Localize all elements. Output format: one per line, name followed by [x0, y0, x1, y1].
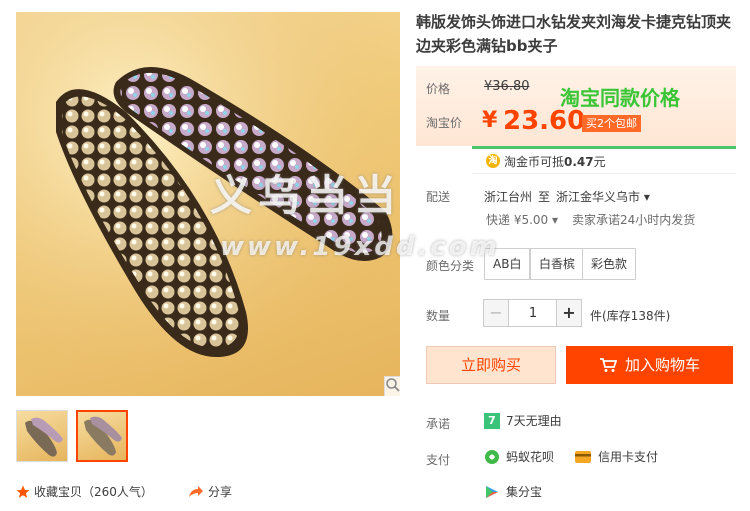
- magnifier-icon: [386, 378, 400, 392]
- currency-symbol: ¥: [482, 108, 498, 133]
- jifenbao-icon: [486, 485, 498, 498]
- share-label: 分享: [208, 485, 233, 499]
- quantity-label: 数量: [426, 309, 451, 323]
- same-price-banner: 淘宝同款价格: [560, 86, 680, 110]
- chevron-down-icon: ▾: [552, 213, 559, 227]
- chevron-down-icon: ▾: [643, 190, 650, 204]
- favorite-label: 收藏宝贝（260人气）: [34, 485, 153, 499]
- payment-label: 支付: [426, 453, 451, 467]
- coin-discount-row: 淘 淘金币可抵0.47元: [472, 146, 736, 174]
- product-title: 韩版发饰头饰进口水钻发夹刘海发卡捷克钻顶夹边夹彩色满钻bb夹子: [416, 13, 732, 55]
- cart-icon: [599, 358, 617, 372]
- share-button[interactable]: 分享: [188, 483, 232, 500]
- thumbnail-image: [25, 417, 63, 457]
- shipping-label: 配送: [426, 190, 451, 204]
- watermark-url: www.19xdd.com: [220, 232, 500, 262]
- coin-icon: 淘: [486, 154, 500, 168]
- promise-text: 7天无理由: [506, 414, 562, 428]
- color-option-colorful[interactable]: 彩色款: [582, 248, 637, 280]
- ship-to-word: 至: [538, 190, 551, 204]
- ship-promise: 卖家承诺24小时内发货: [572, 213, 696, 227]
- thumbnail-2[interactable]: [76, 410, 128, 462]
- ship-to-select[interactable]: 浙江金华义乌市 ▾: [556, 188, 650, 205]
- credit-card-icon: [575, 450, 591, 463]
- shipping-detail: 快递 ¥5.00 ▾ 卖家承诺24小时内发货: [486, 211, 695, 228]
- quantity-input[interactable]: [509, 299, 557, 327]
- promise-label: 承诺: [426, 417, 451, 431]
- thumbnail-image: [84, 416, 122, 456]
- seven-day-return-icon: 7: [484, 412, 500, 429]
- thumbnail-1[interactable]: [16, 410, 68, 462]
- ship-from: 浙江台州: [484, 190, 533, 204]
- color-option-champagne[interactable]: 白香槟: [530, 248, 585, 280]
- shipping-route: 浙江台州 至 浙江金华义乌市 ▾: [484, 188, 650, 205]
- jifenbao-label: 集分宝: [506, 485, 543, 499]
- quantity-increase-button[interactable]: +: [556, 299, 582, 327]
- quantity-decrease-button[interactable]: −: [483, 299, 509, 327]
- original-price: ¥36.80: [484, 79, 530, 94]
- coin-text: 淘金币可抵0.47元: [504, 154, 606, 169]
- promo-tag[interactable]: 买2个包邮: [582, 115, 641, 132]
- ship-method-select[interactable]: 快递 ¥5.00 ▾: [486, 211, 558, 228]
- share-icon: [189, 485, 203, 497]
- original-price-label: 价格: [426, 82, 451, 96]
- payment-jifenbao[interactable]: 集分宝: [484, 483, 542, 500]
- stock-text: 件(库存138件): [590, 309, 671, 323]
- buy-now-button[interactable]: 立即购买: [426, 346, 556, 384]
- add-to-cart-label: 加入购物车: [624, 356, 700, 374]
- watermark-brand: 义乌当当: [210, 171, 403, 220]
- add-to-cart-button[interactable]: 加入购物车: [566, 346, 733, 384]
- favorite-button[interactable]: 收藏宝贝（260人气）: [16, 483, 153, 500]
- zoom-button[interactable]: [384, 376, 400, 396]
- huabei-label: 蚂蚁花呗: [506, 450, 555, 464]
- taobao-price-label: 淘宝价: [426, 116, 463, 130]
- promise-item[interactable]: 7 7天无理由: [484, 412, 562, 429]
- star-icon: [16, 485, 30, 498]
- payment-huabei[interactable]: 蚂蚁花呗: [484, 448, 554, 465]
- credit-card-label: 信用卡支付: [598, 450, 659, 464]
- huabei-icon: [485, 449, 499, 464]
- payment-credit-card[interactable]: 信用卡支付: [574, 448, 658, 465]
